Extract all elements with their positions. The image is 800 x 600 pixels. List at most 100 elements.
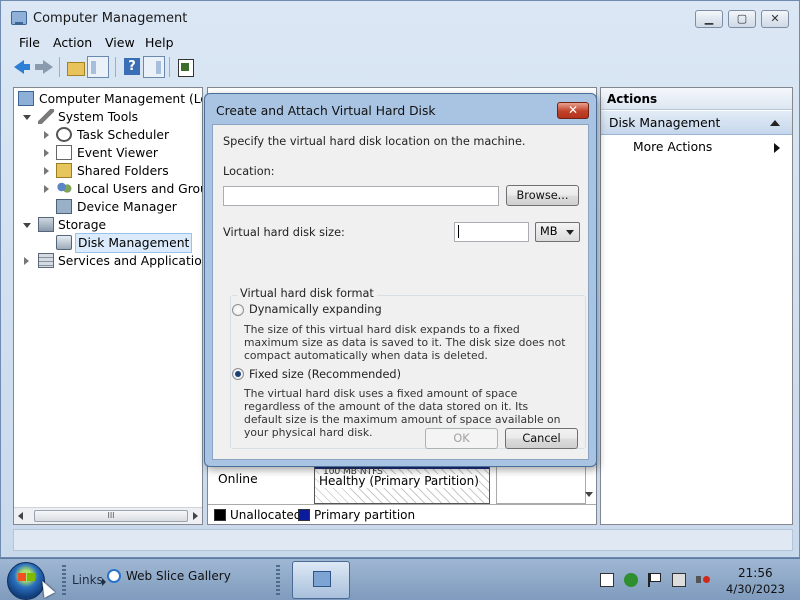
volume-muted-icon[interactable] (696, 573, 710, 587)
dialog-title: Create and Attach Virtual Hard Disk (216, 104, 436, 118)
dialog-intro-text: Specify the virtual hard disk location o… (223, 135, 526, 148)
maximize-button[interactable]: ▢ (728, 10, 756, 28)
disk-size-input[interactable] (454, 222, 529, 242)
close-button[interactable]: ✕ (761, 10, 789, 28)
scroll-down-icon[interactable] (585, 492, 593, 497)
cancel-button[interactable]: Cancel (505, 428, 578, 449)
links-chevron-icon[interactable] (102, 578, 106, 586)
clipboard-icon[interactable] (600, 573, 614, 587)
scroll-right-icon[interactable] (193, 512, 198, 520)
clock-date[interactable]: 4/30/2023 (726, 582, 785, 596)
disk-status: Online (218, 472, 258, 486)
window-title: Computer Management (33, 11, 188, 26)
console-tree: Computer Management (Local System Tools … (13, 87, 203, 525)
taskbar-grip[interactable] (62, 565, 66, 595)
size-unit-value: MB (540, 225, 558, 238)
ok-button[interactable]: OK (425, 428, 498, 449)
menu-file[interactable]: File (19, 35, 40, 50)
up-folder-icon[interactable] (65, 56, 87, 78)
partition-status: Healthy (Primary Partition) (319, 474, 479, 488)
storage-icon (38, 217, 54, 232)
unallocated-swatch (214, 509, 226, 521)
collapse-up-icon[interactable] (770, 120, 780, 126)
computer-management-icon (313, 571, 331, 587)
tree-item-label: Services and Applications (58, 254, 203, 268)
tree-item-label: Storage (58, 218, 107, 232)
status-bar (13, 529, 793, 551)
scrollbar-thumb[interactable]: III (34, 510, 188, 522)
primary-partition-swatch (298, 509, 310, 521)
expand-arrow-icon[interactable] (44, 149, 49, 157)
toolbar-separator (59, 57, 60, 77)
toolbar-separator (169, 57, 170, 77)
legend-primary-partition: Primary partition (314, 508, 416, 522)
action-center-flag-icon[interactable] (648, 573, 662, 587)
show-hide-console-tree-icon[interactable] (87, 56, 109, 78)
computer-icon (18, 91, 34, 106)
internet-explorer-icon (107, 569, 121, 583)
security-shield-icon[interactable] (624, 573, 638, 587)
collapse-arrow-icon[interactable] (23, 223, 31, 228)
menu-view[interactable]: View (105, 35, 135, 50)
tree-item-label: Local Users and Groups (77, 182, 202, 196)
fixed-size-radio[interactable] (232, 368, 244, 380)
text-caret (458, 225, 459, 238)
taskbar-grip[interactable] (276, 565, 280, 595)
tree-item-label: Event Viewer (77, 146, 158, 160)
actions-header: Actions (601, 88, 792, 110)
tree-item-label: Shared Folders (77, 164, 169, 178)
links-toolbar-label[interactable]: Links (72, 573, 103, 587)
properties-icon[interactable] (175, 56, 197, 78)
network-icon[interactable] (672, 573, 686, 587)
submenu-arrow-icon (774, 143, 780, 153)
dynamically-expanding-description: The size of this virtual hard disk expan… (244, 323, 566, 362)
primary-partition[interactable]: 100 MB NTFS Healthy (Primary Partition) (314, 462, 490, 504)
legend-bar: Unallocated Primary partition (208, 504, 596, 524)
actions-group-label: Disk Management (609, 116, 721, 130)
expand-arrow-icon[interactable] (44, 131, 49, 139)
clock-icon (56, 127, 72, 142)
actions-group-disk-management[interactable]: Disk Management (601, 111, 792, 135)
tree-item-label: Device Manager (77, 200, 177, 214)
computer-management-icon (11, 11, 27, 25)
dialog-body: Specify the virtual hard disk location o… (212, 124, 589, 460)
dialog-close-button[interactable]: ✕ (557, 102, 589, 119)
size-unit-select[interactable]: MB (535, 222, 580, 242)
services-icon (38, 253, 54, 268)
actions-pane: Actions Disk Management More Actions (600, 87, 793, 525)
expand-arrow-icon[interactable] (44, 167, 49, 175)
dropdown-arrow-icon (566, 230, 574, 235)
taskbar-computer-management-button[interactable] (292, 561, 350, 599)
expand-arrow-icon[interactable] (24, 257, 29, 265)
show-hide-action-pane-icon[interactable] (143, 56, 165, 78)
title-bar[interactable]: Computer Management ▁ ▢ ✕ (1, 1, 800, 33)
forward-arrow-icon[interactable] (33, 56, 55, 78)
expand-arrow-icon[interactable] (44, 185, 49, 193)
browse-button[interactable]: Browse... (506, 185, 579, 206)
clock-time[interactable]: 21:56 (738, 566, 773, 580)
dynamically-expanding-label[interactable]: Dynamically expanding (249, 303, 382, 316)
collapse-arrow-icon[interactable] (23, 115, 31, 120)
help-icon[interactable] (121, 56, 143, 78)
tree-item-label: Computer Management (Local (39, 92, 202, 106)
location-input[interactable] (223, 186, 499, 206)
center-vertical-scrollbar[interactable] (582, 462, 596, 504)
scroll-left-icon[interactable] (18, 512, 23, 520)
web-slice-gallery-link[interactable]: Web Slice Gallery (126, 569, 231, 583)
minimize-button[interactable]: ▁ (695, 10, 723, 28)
tools-icon (38, 109, 54, 124)
back-arrow-icon[interactable] (11, 56, 33, 78)
tree-horizontal-scrollbar[interactable]: III (14, 507, 202, 524)
fixed-size-label[interactable]: Fixed size (Recommended) (249, 368, 401, 381)
disk-size-label: Virtual hard disk size: (223, 226, 345, 239)
menu-action[interactable]: Action (53, 35, 92, 50)
disk-icon (56, 235, 72, 250)
users-icon (56, 181, 72, 196)
tree-item-label: Disk Management (75, 233, 193, 253)
event-viewer-icon (56, 145, 72, 160)
device-manager-icon (56, 199, 72, 214)
dynamically-expanding-radio[interactable] (232, 304, 244, 316)
menu-help[interactable]: Help (145, 35, 174, 50)
disk-area-block (496, 462, 586, 504)
more-actions-item[interactable]: More Actions (633, 140, 712, 154)
